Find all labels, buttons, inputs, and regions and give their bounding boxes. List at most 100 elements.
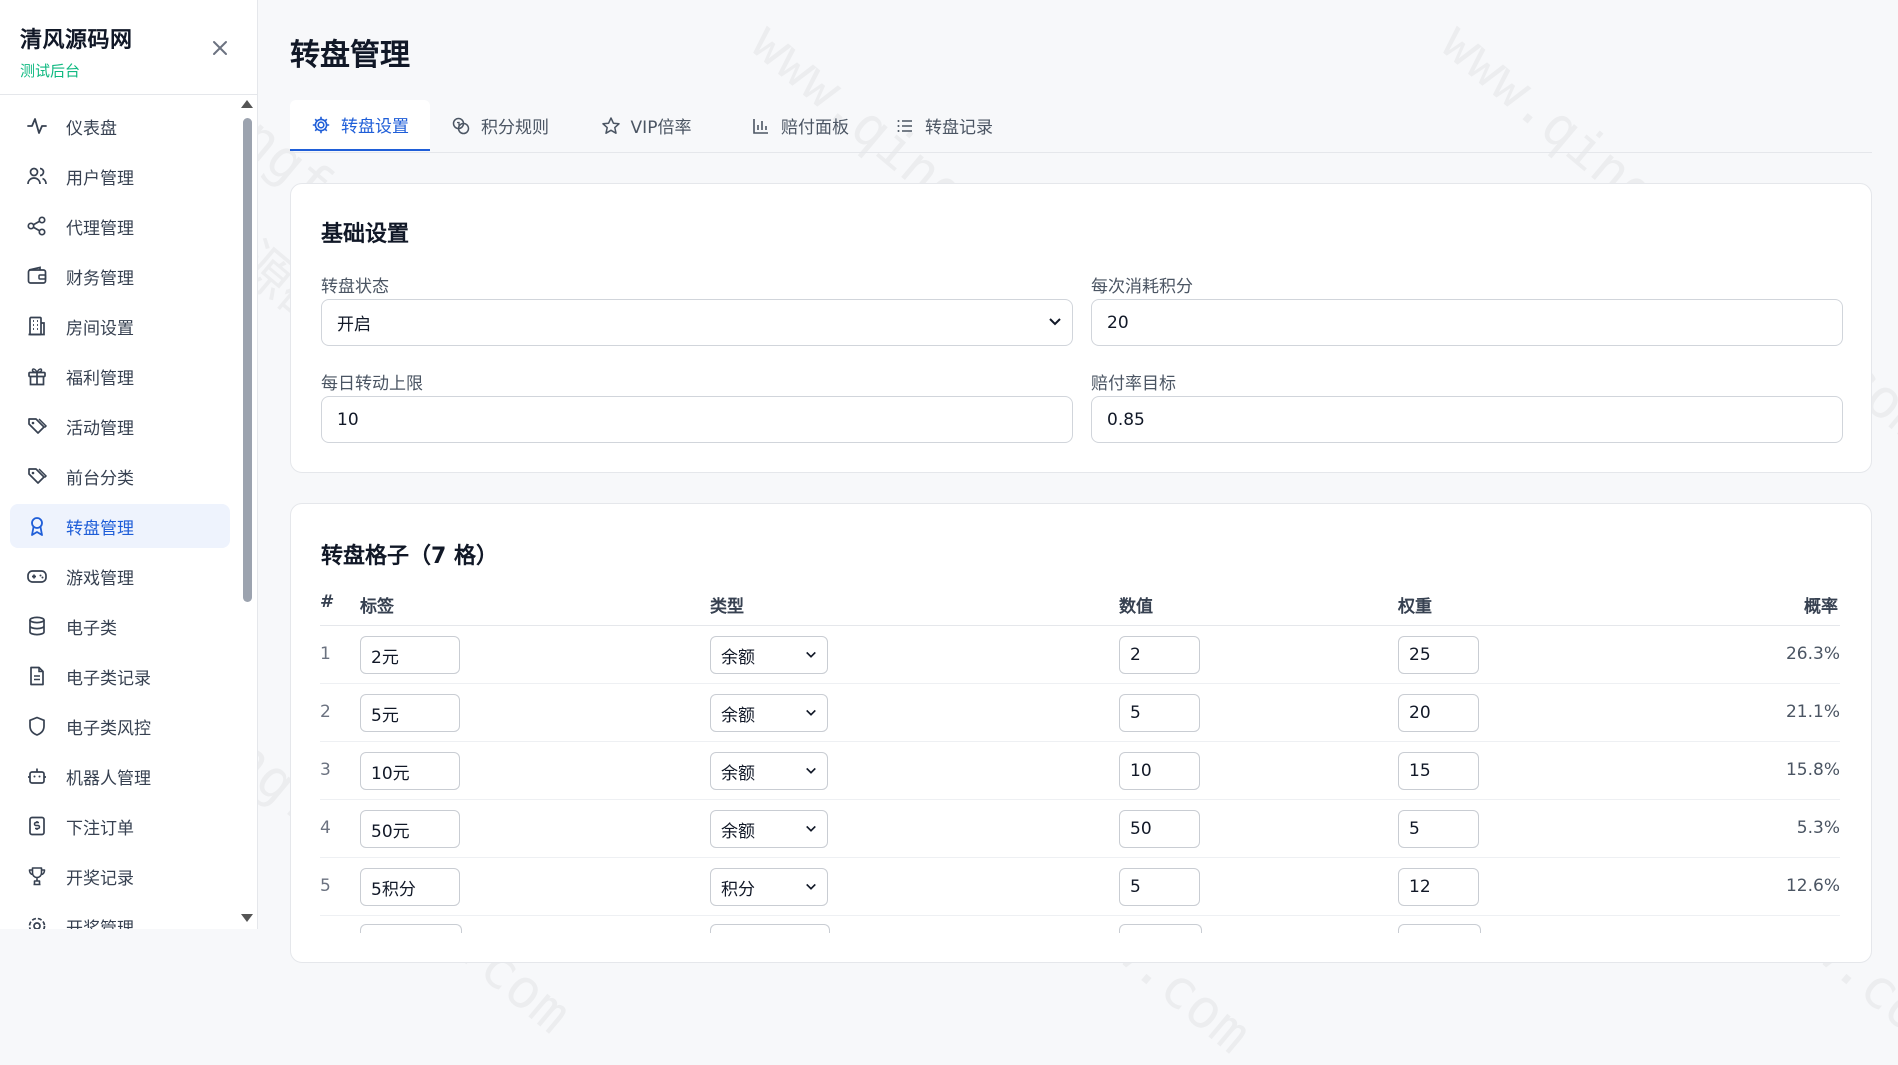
scroll-down-arrow-icon[interactable] xyxy=(241,914,253,922)
slot-value-value: 50 xyxy=(1130,819,1152,839)
slot-value-input[interactable]: 50 xyxy=(1119,810,1200,848)
cost-per-spin-label: 每次消耗积分 xyxy=(1091,277,1193,297)
slot-label-input[interactable]: 50元 xyxy=(360,810,460,848)
slot-value-input[interactable]: 5 xyxy=(1119,868,1200,906)
table-row: 2 5元 余额 5 20 21.1% xyxy=(320,684,1840,742)
sidebar-scrollbar[interactable] xyxy=(240,100,254,929)
share-icon xyxy=(26,215,48,237)
wheel-status-label: 转盘状态 xyxy=(321,277,389,297)
tab-bar: 转盘设置 积分规则 VIP倍率 赔付面板 转盘记录 xyxy=(290,100,1872,153)
gift-icon xyxy=(26,365,48,387)
sidebar-item-electronic-risk[interactable]: 电子类风控 xyxy=(10,704,230,748)
award-icon xyxy=(26,515,48,537)
column-header-label: 标签 xyxy=(360,597,394,617)
sidebar-divider xyxy=(0,94,257,95)
tab-label: 赔付面板 xyxy=(781,118,849,138)
slot-label-value: 50元 xyxy=(371,821,410,842)
tab-wheel-records[interactable]: 转盘记录 xyxy=(874,100,1014,151)
sidebar-item-dashboard[interactable]: 仪表盘 xyxy=(10,104,230,148)
sidebar-item-bet-orders[interactable]: 下注订单 xyxy=(10,804,230,848)
slot-type-select[interactable]: 余额 xyxy=(710,752,828,790)
chevron-down-icon xyxy=(806,709,816,716)
slot-value-input[interactable]: 10 xyxy=(1119,752,1200,790)
sidebar-item-welfare[interactable]: 福利管理 xyxy=(10,354,230,398)
basic-settings-card: 基础设置 转盘状态 开启 每次消耗积分 20 每日转动上限 10 赔付率目标 0… xyxy=(290,183,1872,473)
slot-type-select[interactable]: 余额 xyxy=(710,810,828,848)
slot-label-input[interactable]: 2元 xyxy=(360,636,460,674)
sidebar-item-activities[interactable]: 活动管理 xyxy=(10,404,230,448)
slot-label-value: 5积分 xyxy=(371,879,416,900)
tags-icon xyxy=(26,415,48,437)
slot-weight-input[interactable]: 12 xyxy=(1398,868,1479,906)
slot-label-input[interactable]: 5积分 xyxy=(360,868,460,906)
table-row: 4 50元 余额 50 5 5.3% xyxy=(320,800,1840,858)
slot-probability: 12.6% xyxy=(1785,876,1840,896)
tab-label: VIP倍率 xyxy=(630,118,692,138)
sidebar-item-label: 转盘管理 xyxy=(66,518,134,539)
sidebar-item-electronic[interactable]: 电子类 xyxy=(10,604,230,648)
slot-label-input[interactable]: 10元 xyxy=(360,752,460,790)
gear-icon xyxy=(311,115,331,135)
tags-icon xyxy=(26,465,48,487)
sidebar-item-label: 仪表盘 xyxy=(66,118,117,139)
slot-type-select[interactable]: 余额 xyxy=(710,694,828,732)
slot-label-input[interactable]: 5元 xyxy=(360,694,460,732)
slot-type-select[interactable]: 积分 xyxy=(710,868,828,906)
daily-limit-input[interactable]: 10 xyxy=(321,396,1073,443)
sidebar-item-draw-management[interactable]: 开奖管理 xyxy=(10,904,230,929)
slot-value-value: 5 xyxy=(1130,703,1141,723)
sidebar-item-wheel[interactable]: 转盘管理 xyxy=(10,504,230,548)
sidebar-item-bots[interactable]: 机器人管理 xyxy=(10,754,230,798)
cost-per-spin-input[interactable]: 20 xyxy=(1091,299,1843,346)
wheel-status-select[interactable]: 开启 xyxy=(321,299,1073,346)
list-icon xyxy=(895,116,915,136)
wallet-icon xyxy=(26,265,48,287)
scrollbar-thumb[interactable] xyxy=(243,118,252,602)
sidebar-item-draw-records[interactable]: 开奖记录 xyxy=(10,854,230,898)
database-icon xyxy=(26,615,48,637)
tab-wheel-settings[interactable]: 转盘设置 xyxy=(290,100,430,151)
scroll-up-arrow-icon[interactable] xyxy=(241,100,253,108)
sidebar-item-label: 代理管理 xyxy=(66,218,134,239)
sidebar-item-categories[interactable]: 前台分类 xyxy=(10,454,230,498)
daily-limit-value: 10 xyxy=(337,409,359,430)
sidebar-item-electronic-records[interactable]: 电子类记录 xyxy=(10,654,230,698)
sidebar-item-users[interactable]: 用户管理 xyxy=(10,154,230,198)
chevron-down-icon xyxy=(806,883,816,890)
slot-value-input[interactable]: 2 xyxy=(1119,636,1200,674)
slot-type-value: 积分 xyxy=(721,879,755,900)
slot-weight-input[interactable]: 20 xyxy=(1398,694,1479,732)
brand: 清风源码网 测试后台 xyxy=(20,22,133,81)
slot-weight-input[interactable]: 15 xyxy=(1398,752,1479,790)
daily-limit-label: 每日转动上限 xyxy=(321,374,423,394)
sidebar-item-agents[interactable]: 代理管理 xyxy=(10,204,230,248)
sidebar-item-rooms[interactable]: 房间设置 xyxy=(10,304,230,348)
table-row: 3 10元 余额 10 15 15.8% xyxy=(320,742,1840,800)
slot-value-input[interactable]: 5 xyxy=(1119,694,1200,732)
slot-probability: 5.3% xyxy=(1796,818,1840,838)
slot-type-select[interactable]: 余额 xyxy=(710,636,828,674)
close-icon xyxy=(213,41,227,55)
tab-points-rules[interactable]: 积分规则 xyxy=(440,100,560,151)
tab-vip-multiplier[interactable]: VIP倍率 xyxy=(586,100,706,151)
slot-weight-value: 12 xyxy=(1409,877,1431,897)
sidebar-item-finance[interactable]: 财务管理 xyxy=(10,254,230,298)
receipt-icon xyxy=(26,815,48,837)
table-row: 5 5积分 积分 5 12 12.6% xyxy=(320,858,1840,916)
tab-label: 转盘设置 xyxy=(341,117,409,137)
payout-target-input[interactable]: 0.85 xyxy=(1091,396,1843,443)
slot-label-value: 10元 xyxy=(371,763,410,784)
chevron-down-icon xyxy=(1049,318,1061,326)
shield-icon xyxy=(26,715,48,737)
column-header-index: # xyxy=(320,592,335,612)
slot-weight-input[interactable]: 25 xyxy=(1398,636,1479,674)
gamepad-icon xyxy=(26,565,48,587)
slot-weight-input[interactable]: 5 xyxy=(1398,810,1479,848)
row-index: 5 xyxy=(320,876,331,896)
tab-payout-panel[interactable]: 赔付面板 xyxy=(730,100,870,151)
sidebar-item-label: 电子类 xyxy=(66,618,117,639)
sidebar-item-label: 游戏管理 xyxy=(66,568,134,589)
sidebar-item-games[interactable]: 游戏管理 xyxy=(10,554,230,598)
bar-chart-icon xyxy=(751,116,771,136)
close-sidebar-button[interactable] xyxy=(206,34,234,62)
